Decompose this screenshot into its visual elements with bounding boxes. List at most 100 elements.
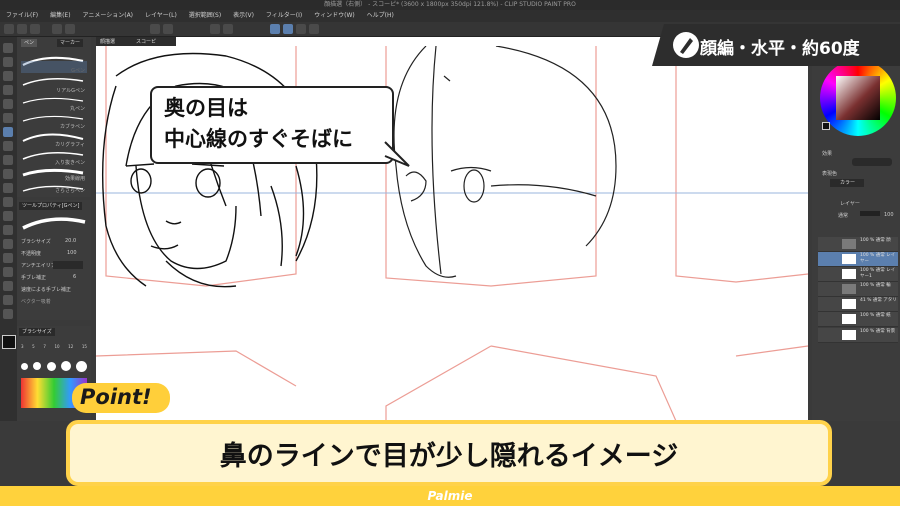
- head-outline-sketch: [393, 46, 617, 278]
- brush-effect-line[interactable]: 効果線用: [21, 169, 87, 182]
- window-title: 顔描選（右側） - スコーピ* (3600 x 1800px 350dpi 12…: [0, 0, 900, 10]
- ruler-icon[interactable]: [223, 24, 233, 34]
- frame-tool-icon[interactable]: [3, 253, 13, 263]
- effect-toggle[interactable]: [852, 158, 892, 166]
- brush-calligraphy[interactable]: カリグラフィ: [21, 135, 87, 148]
- text-tool-icon[interactable]: [3, 281, 13, 291]
- color-square[interactable]: [836, 76, 880, 120]
- brush-size-row-1[interactable]: 3 5 7 10 12 15: [21, 344, 87, 349]
- opacity-label: 不透明度: [21, 251, 42, 257]
- hand-tool-icon[interactable]: [3, 57, 13, 67]
- vector-snap-label[interactable]: ベクター吸着: [21, 298, 51, 305]
- footer-logo: Palmie: [427, 489, 473, 503]
- snap-icon[interactable]: [210, 24, 220, 34]
- caption-text: 鼻のラインで目が少し隠れるイメージ: [219, 441, 679, 472]
- layer-opacity-slider[interactable]: [860, 211, 880, 216]
- undo-icon[interactable]: [52, 24, 62, 34]
- tool-property-panel: ツールプロパティ[Gペン] ブラシサイズ 20.0 不透明度 100 アンチエイ…: [17, 200, 91, 320]
- menu-bar: ファイル(F) 編集(E) アニメーション(A) レイヤー(L) 選択範囲(S)…: [0, 10, 900, 22]
- menu-layer[interactable]: レイヤー(L): [145, 12, 177, 19]
- zoom-tool-icon[interactable]: [3, 43, 13, 53]
- tab-marker[interactable]: マーカー: [57, 39, 84, 47]
- brush-tool-icon[interactable]: [3, 155, 13, 165]
- canvas-tab-1[interactable]: 顔描選: [100, 38, 115, 45]
- snap-special-ruler-icon[interactable]: [296, 24, 306, 34]
- ruler-tool-icon[interactable]: [3, 267, 13, 277]
- menu-selection[interactable]: 選択範囲(S): [189, 12, 222, 19]
- layer-opacity-value[interactable]: 100: [884, 212, 894, 218]
- snap-vector-icon[interactable]: [309, 24, 319, 34]
- stabilization-label: 手ブレ補正: [21, 275, 47, 281]
- brush-preview-stroke: [22, 217, 86, 230]
- layer-row[interactable]: 100 % 通常 紙: [818, 312, 898, 327]
- tool-property-title: ツールプロパティ[Gペン]: [19, 202, 83, 210]
- speech-bubble-text: 奥の目は 中心線のすぐそばに: [164, 96, 353, 151]
- stabilization-value[interactable]: 6: [73, 274, 76, 280]
- menu-filter[interactable]: フィルター(I): [266, 12, 302, 19]
- select-tool-icon[interactable]: [3, 85, 13, 95]
- pen-tool-icon[interactable]: [3, 127, 13, 137]
- balloon-tool-icon[interactable]: [3, 295, 13, 305]
- layer-row[interactable]: 100 % 通常 顔: [818, 237, 898, 252]
- color-mode-select[interactable]: カラー: [830, 179, 864, 187]
- clear-icon[interactable]: [150, 24, 160, 34]
- layer-row[interactable]: 100 % 通常 輪: [818, 282, 898, 297]
- main-color-swatch[interactable]: [2, 335, 16, 349]
- antialias-selector[interactable]: [53, 261, 83, 269]
- speech-bubble-tail: [383, 141, 410, 167]
- blend-tool-icon[interactable]: [3, 197, 13, 207]
- canvas-tab-2[interactable]: スコーピ: [136, 38, 156, 45]
- correct-line-tool-icon[interactable]: [3, 309, 13, 319]
- current-color-chip[interactable]: [822, 122, 830, 130]
- brush-in-out-pen[interactable]: 入り抜きペン: [21, 153, 87, 166]
- save-icon[interactable]: [30, 24, 40, 34]
- menu-file[interactable]: ファイル(F): [6, 12, 38, 19]
- layer-row[interactable]: 100 % 通常 背景: [818, 328, 898, 343]
- menu-help[interactable]: ヘルプ(H): [367, 12, 394, 19]
- tab-pen[interactable]: ペン: [21, 39, 38, 47]
- point-badge-text: Point!: [80, 385, 152, 409]
- brush-gpen[interactable]: Gペン: [21, 61, 87, 74]
- brush-round-pen[interactable]: 丸ペン: [21, 99, 87, 112]
- lasso-tool-icon[interactable]: [3, 99, 13, 109]
- fill-tool-icon[interactable]: [3, 211, 13, 221]
- eyedropper-tool-icon[interactable]: [3, 113, 13, 123]
- banner-title: 顔編・水平・約60度: [700, 39, 860, 59]
- pencil-tool-icon[interactable]: [3, 141, 13, 151]
- brush-size-dots[interactable]: [21, 360, 87, 372]
- open-file-icon[interactable]: [17, 24, 27, 34]
- menu-window[interactable]: ウィンドウ(W): [314, 12, 355, 19]
- menu-animation[interactable]: アニメーション(A): [82, 12, 133, 19]
- brush-size-value[interactable]: 20.0: [65, 238, 76, 244]
- redo-icon[interactable]: [65, 24, 75, 34]
- move-tool-icon[interactable]: [3, 71, 13, 81]
- brush-real-gpen[interactable]: リアルGペン: [21, 81, 87, 94]
- brush-sarasara-pen[interactable]: さらさらペン: [21, 183, 87, 195]
- blend-mode-select[interactable]: 通常: [838, 212, 848, 219]
- color-mode-label: 表現色: [822, 171, 838, 177]
- canvas-tabs: 顔描選 スコーピ: [96, 37, 176, 46]
- eraser-tool-icon[interactable]: [3, 183, 13, 193]
- brush-size-label: ブラシサイズ: [21, 239, 51, 245]
- snap-ruler-icon[interactable]: [270, 24, 280, 34]
- menu-view[interactable]: 表示(V): [233, 12, 254, 19]
- new-file-icon[interactable]: [4, 24, 14, 34]
- gradient-tool-icon[interactable]: [3, 225, 13, 235]
- snap-grid-icon[interactable]: [283, 24, 293, 34]
- tool-strip: [0, 37, 17, 421]
- effect-label: 効果: [822, 151, 833, 157]
- speed-stabilization-label[interactable]: 速度による手ブレ補正: [21, 286, 71, 293]
- menu-edit[interactable]: 編集(E): [50, 12, 70, 19]
- layer-row-selected[interactable]: 100 % 通常 レイヤー: [818, 252, 898, 267]
- airbrush-tool-icon[interactable]: [3, 169, 13, 179]
- figure-tool-icon[interactable]: [3, 239, 13, 249]
- layer-tab[interactable]: レイヤー: [840, 200, 860, 207]
- subtool-panel: ペン マーカー Gペン リアルGペン 丸ペン カブラペン カリグラフィ 入り抜き…: [17, 37, 91, 197]
- opacity-value[interactable]: 100: [67, 250, 77, 256]
- transform-icon[interactable]: [163, 24, 173, 34]
- brush-size-panel-title: ブラシサイズ: [19, 328, 55, 336]
- layer-row[interactable]: 100 % 通常 レイヤー1: [818, 267, 898, 282]
- layer-row[interactable]: 41 % 通常 アタリ: [818, 297, 898, 312]
- color-wheel[interactable]: [820, 60, 896, 136]
- brush-kabura-pen[interactable]: カブラペン: [21, 117, 87, 130]
